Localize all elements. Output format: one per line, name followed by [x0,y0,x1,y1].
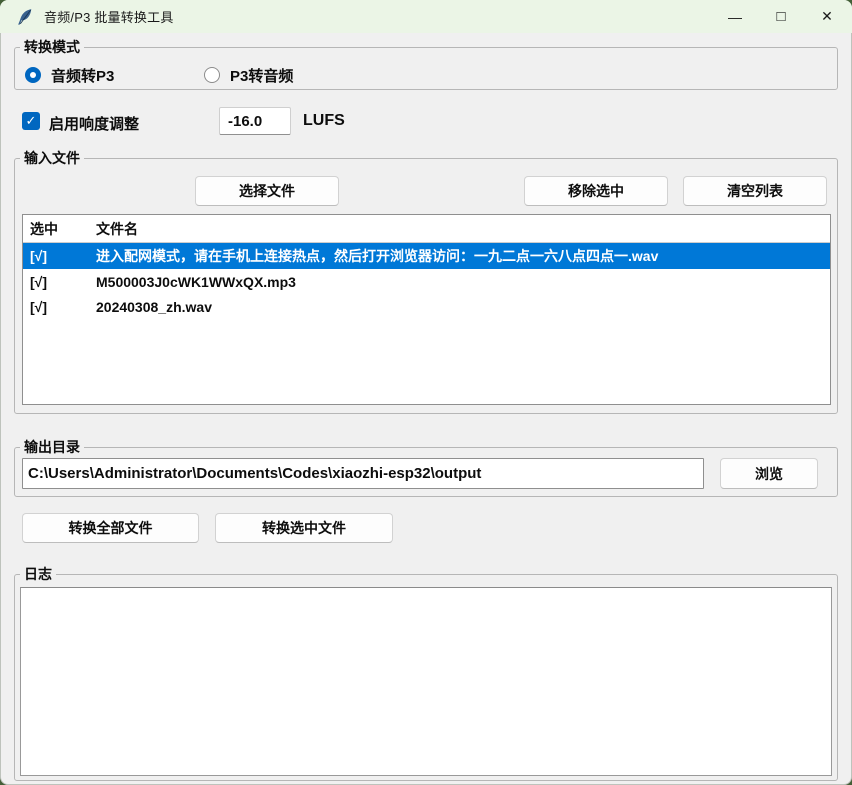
minimize-button[interactable]: — [712,0,758,33]
column-header-selected[interactable]: 选中 [23,219,96,239]
check-icon: ✓ [26,113,37,129]
row-checked-cell: [√] [23,248,96,264]
mode-groupbox [14,47,838,90]
maximize-button[interactable]: □ [758,0,804,33]
table-row[interactable]: [√] 20240308_zh.wav [23,294,830,319]
row-checked-cell: [√] [23,299,96,315]
log-textarea[interactable] [20,587,832,776]
mode-group-label: 转换模式 [20,39,84,56]
radio-label: 音频转P3 [51,65,114,86]
titlebar: 音频/P3 批量转换工具 — □ ✕ [0,0,852,33]
browse-button[interactable]: 浏览 [720,458,818,489]
input-files-group-label: 输入文件 [20,150,84,167]
close-icon: ✕ [821,8,833,25]
loudness-checkbox-label[interactable]: 启用响度调整 [49,113,139,134]
app-window: 音频/P3 批量转换工具 — □ ✕ 转换模式 音频转P3 P3转音频 ✓ 启用… [0,0,852,785]
lufs-unit-label: LUFS [303,112,345,130]
output-dir-group-label: 输出目录 [20,439,84,456]
close-button[interactable]: ✕ [804,0,850,33]
row-filename-cell: 进入配网模式，请在手机上连接热点，然后打开浏览器访问：一九二点一六八点四点一.w… [96,246,830,266]
row-checked-cell: [√] [23,274,96,290]
window-controls: — □ ✕ [712,0,850,33]
table-row[interactable]: [√] 进入配网模式，请在手机上连接热点，然后打开浏览器访问：一九二点一六八点四… [23,243,830,269]
window-title: 音频/P3 批量转换工具 [44,7,174,26]
radio-selected-icon [25,67,41,83]
row-filename-cell: 20240308_zh.wav [96,299,830,315]
python-feather-icon [16,8,34,26]
column-header-filename[interactable]: 文件名 [96,219,830,239]
convert-selected-button[interactable]: 转换选中文件 [215,513,393,543]
maximize-icon: □ [776,8,785,25]
lufs-input[interactable] [219,107,291,135]
log-group-label: 日志 [20,566,56,583]
loudness-checkbox[interactable]: ✓ [22,112,40,130]
radio-unselected-icon [204,67,220,83]
clear-list-button[interactable]: 清空列表 [683,176,827,206]
radio-audio-to-p3[interactable]: 音频转P3 [25,66,114,84]
radio-label: P3转音频 [230,65,293,86]
table-row[interactable]: [√] M500003J0cWK1WWxQX.mp3 [23,269,830,294]
radio-p3-to-audio[interactable]: P3转音频 [204,66,293,84]
file-table-header: 选中 文件名 [23,215,830,243]
row-filename-cell: M500003J0cWK1WWxQX.mp3 [96,274,830,290]
output-path-input[interactable] [22,458,704,489]
minimize-icon: — [728,9,742,25]
file-table: 选中 文件名 [√] 进入配网模式，请在手机上连接热点，然后打开浏览器访问：一九… [22,214,831,405]
convert-all-button[interactable]: 转换全部文件 [22,513,199,543]
select-files-button[interactable]: 选择文件 [195,176,339,206]
remove-selected-button[interactable]: 移除选中 [524,176,668,206]
